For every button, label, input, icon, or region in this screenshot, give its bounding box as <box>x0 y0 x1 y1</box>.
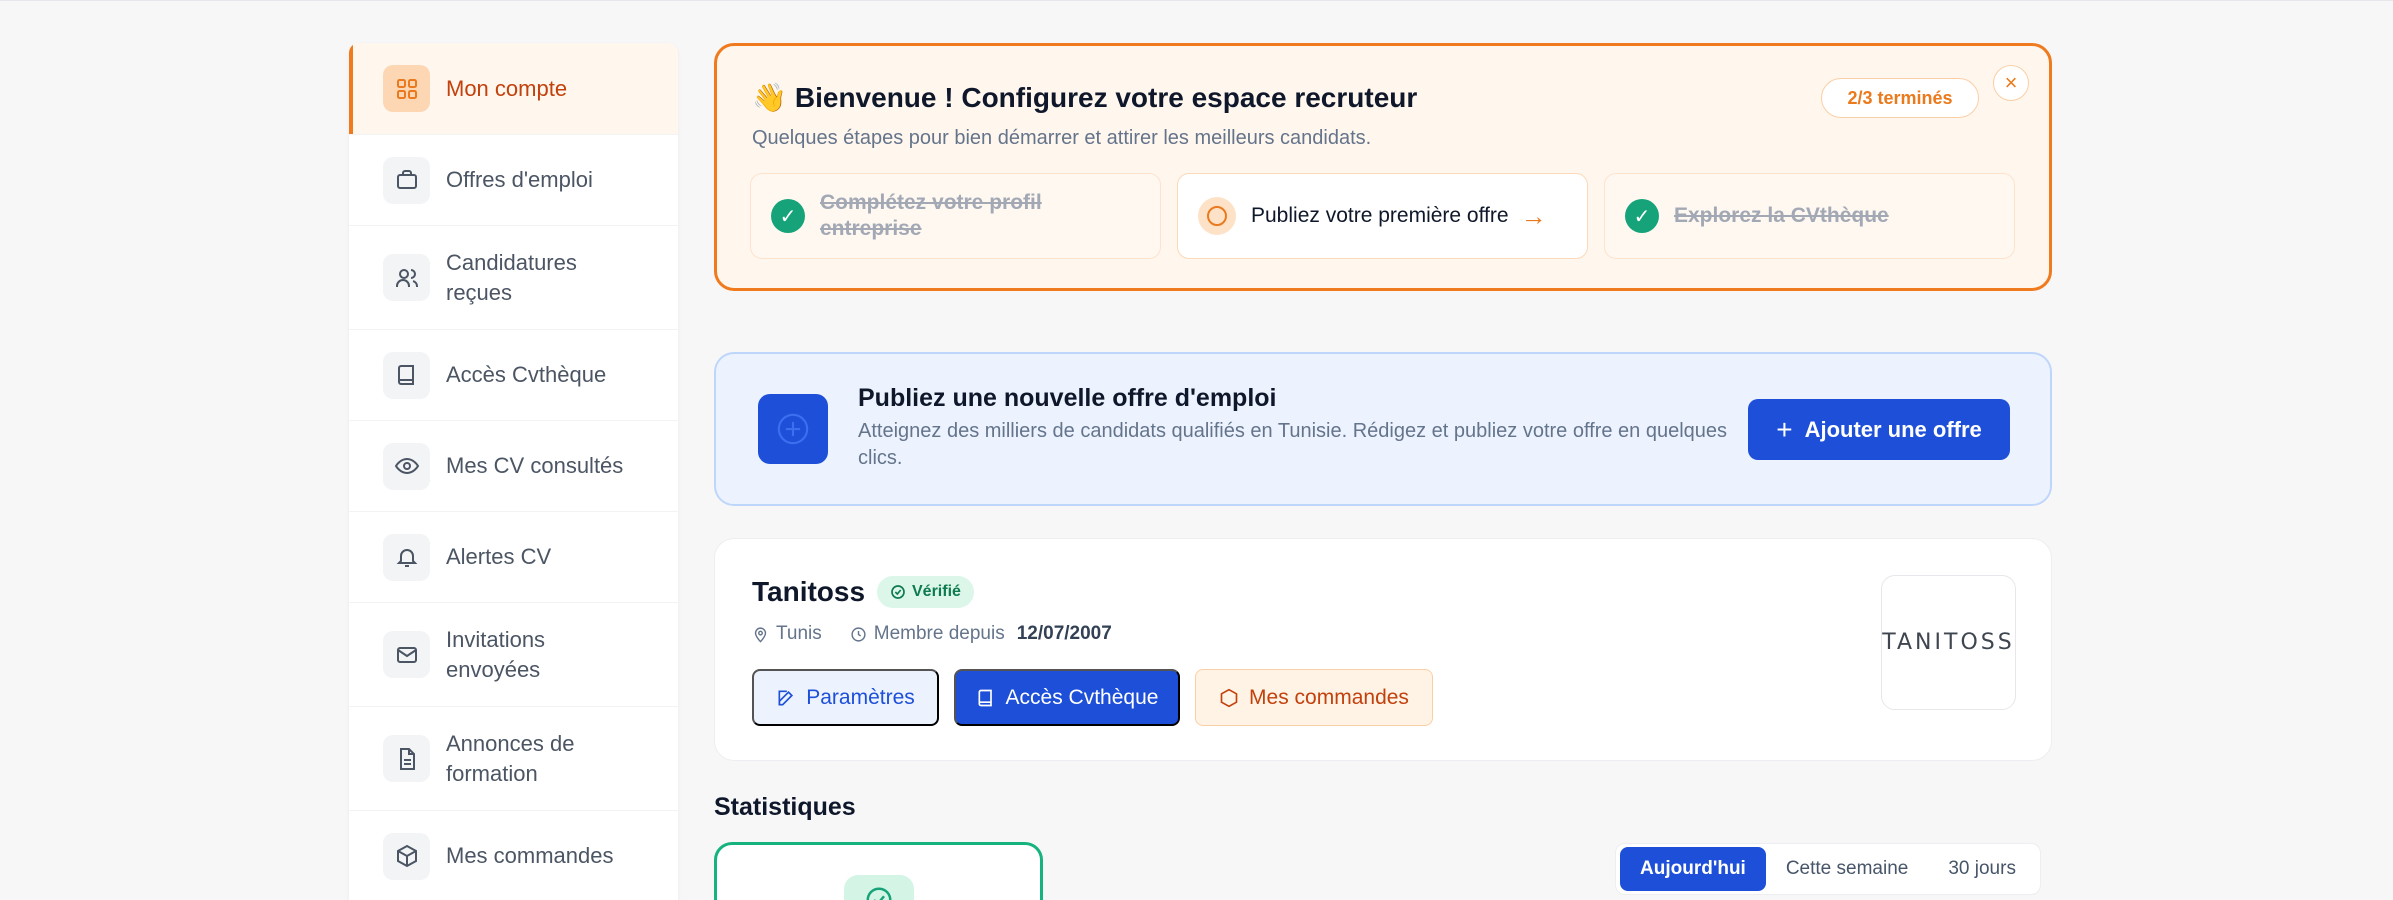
plus-icon: + <box>1776 413 1793 445</box>
sidebar-item-label: Mon compte <box>446 75 568 101</box>
edit-icon <box>778 690 794 705</box>
document-icon <box>383 735 430 782</box>
book-icon <box>978 689 992 706</box>
pending-circle-icon <box>1198 197 1236 235</box>
step-label: Publiez votre première offre <box>1251 204 1509 227</box>
publish-description: Atteignez des milliers de candidats qual… <box>858 420 1728 469</box>
onboarding-step-profile[interactable]: ✓ Complétez votre profil entreprise <box>750 173 1161 259</box>
sidebar-item-alertes[interactable]: Alertes CV <box>349 512 678 603</box>
clock-icon <box>851 626 866 642</box>
period-today[interactable]: Aujourd'hui <box>1620 847 1766 891</box>
check-circle-icon <box>844 875 914 900</box>
period-30-days[interactable]: 30 jours <box>1928 847 2036 891</box>
sidebar-item-label: Invitations envoyées <box>446 626 546 682</box>
onboarding-step-cvtheque[interactable]: ✓ Explorez la CVthèque <box>1604 173 2015 259</box>
period-selector: Aujourd'hui Cette semaine 30 jours <box>1615 843 2041 895</box>
sidebar-item-label: Annonces de formation <box>446 730 575 786</box>
company-location: Tunis <box>776 623 822 644</box>
stats-title: Statistiques <box>714 793 856 821</box>
stat-card[interactable] <box>714 842 1043 900</box>
mail-icon <box>383 631 430 678</box>
sidebar-item-commandes[interactable]: Mes commandes <box>349 811 678 900</box>
book-icon <box>383 351 430 399</box>
waving-hand-icon: 👋 <box>752 82 787 113</box>
sidebar-item-label: Mes commandes <box>446 843 614 868</box>
sidebar-item-label: Alertes CV <box>446 544 552 569</box>
eye-icon <box>383 442 430 490</box>
verified-badge: Vérifié <box>877 576 974 608</box>
onboarding-subtitle: Quelques étapes pour bien démarrer et at… <box>752 127 1372 149</box>
company-meta: Tunis Membre depuis 12/07/2007 <box>752 623 1112 645</box>
progress-badge: 2/3 terminés <box>1821 78 1979 118</box>
company-card: Tanitoss Vérifié Tunis Membre depuis 12/… <box>714 538 2052 761</box>
sidebar-item-candidatures[interactable]: Candidatures reçues <box>349 226 678 330</box>
period-week[interactable]: Cette semaine <box>1766 847 1929 891</box>
company-name: Tanitoss <box>752 576 866 607</box>
publish-title: Publiez une nouvelle offre d'emploi <box>858 384 1277 412</box>
briefcase-icon <box>383 156 430 204</box>
sidebar-item-label: Accès Cvthèque <box>446 362 607 387</box>
sidebar-item-label: Offres d'emploi <box>446 167 593 192</box>
sidebar-item-offres[interactable]: Offres d'emploi <box>349 135 678 226</box>
add-offer-button[interactable]: + Ajouter une offre <box>1748 399 2010 460</box>
check-icon: ✓ <box>771 199 805 233</box>
sidebar-item-mon-compte[interactable]: Mon compte <box>349 43 678 135</box>
onboarding-step-first-offer[interactable]: Publiez votre première offre → <box>1177 173 1588 259</box>
sidebar: Mon compte Offres d'emploi Candidatures … <box>349 43 678 900</box>
location-pin-icon <box>754 626 767 643</box>
step-label: Explorez la CVthèque <box>1674 204 1889 227</box>
member-since-date: 12/07/2007 <box>1016 623 1112 644</box>
check-icon: ✓ <box>1625 199 1659 233</box>
plus-circle-icon <box>758 394 828 464</box>
onboarding-title: 👋 Bienvenue ! Configurez votre espace re… <box>752 81 1418 114</box>
bell-icon <box>383 533 430 581</box>
sidebar-item-label: Candidatures reçues <box>446 249 577 305</box>
settings-button[interactable]: Paramètres <box>752 669 939 726</box>
sidebar-item-label: Mes CV consultés <box>446 453 624 478</box>
company-logo: TANITOSS <box>1881 575 2016 710</box>
close-icon[interactable]: × <box>1993 65 2029 101</box>
orders-button[interactable]: Mes commandes <box>1195 669 1433 726</box>
onboarding-card: 👋 Bienvenue ! Configurez votre espace re… <box>714 43 2052 291</box>
users-icon <box>383 254 430 301</box>
dashboard-grid-icon <box>383 65 430 112</box>
publish-offer-banner: Publiez une nouvelle offre d'emploi Atte… <box>714 352 2052 506</box>
arrow-right-icon: → <box>1520 200 1547 231</box>
sidebar-item-cv-consultes[interactable]: Mes CV consultés <box>349 421 678 512</box>
package-icon <box>1220 688 1238 707</box>
step-label: Complétez votre profil entreprise <box>820 191 1042 240</box>
sidebar-item-formation[interactable]: Annonces de formation <box>349 707 678 811</box>
package-icon <box>383 832 430 880</box>
sidebar-item-invitations[interactable]: Invitations envoyées <box>349 603 678 707</box>
member-since-label: Membre depuis <box>873 623 1005 644</box>
cvtheque-button[interactable]: Accès Cvthèque <box>954 669 1180 726</box>
check-circle-icon <box>891 585 905 599</box>
sidebar-item-cvtheque[interactable]: Accès Cvthèque <box>349 330 678 421</box>
